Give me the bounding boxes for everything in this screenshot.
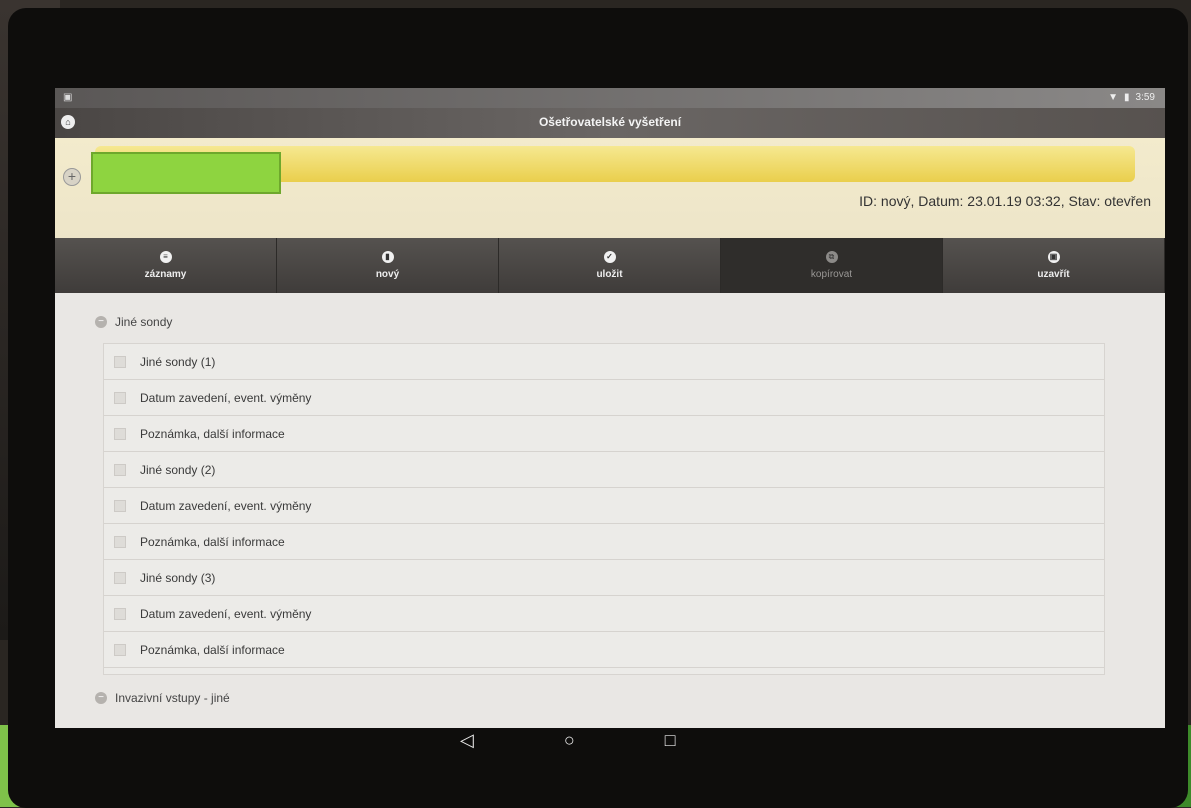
check-icon: ✓	[603, 251, 616, 263]
copy-label: kopírovat	[810, 269, 853, 280]
form-content: − Jiné sondy Jiné sondy (1) Datum zavede…	[55, 293, 1165, 728]
list-item[interactable]: Jiné sondy (1)	[104, 344, 1104, 380]
save-label: uložit	[596, 269, 623, 280]
collapse-icon: −	[95, 692, 107, 704]
section-header-invazivni-vstupy[interactable]: − Invazivní vstupy - jiné	[95, 691, 230, 705]
page-title: Ošetřovatelské vyšetření	[538, 115, 682, 129]
expand-patient-icon[interactable]: +	[63, 168, 81, 186]
wifi-icon: ▼	[1108, 92, 1119, 103]
android-nav-bar: ◁ ○ □	[460, 730, 676, 751]
action-toolbar: ≡ záznamy ▮ nový ✓ uložit ⧉ kopírovat ▣ …	[55, 238, 1165, 293]
record-meta: ID: nový, Datum: 23.01.19 03:32, Stav: o…	[859, 193, 1151, 209]
field-label: Datum zavedení, event. výměny	[140, 390, 312, 405]
list-item[interactable]: Jiné sondy (2)	[104, 452, 1104, 488]
list-item[interactable]: Datum zavedení, event. výměny	[104, 488, 1104, 524]
copy-button[interactable]: ⧉ kopírovat	[721, 238, 943, 293]
lock-icon: ▣	[1047, 251, 1060, 263]
field-list: Jiné sondy (1) Datum zavedení, event. vý…	[103, 343, 1105, 675]
section-title: Invazivní vstupy - jiné	[115, 691, 230, 705]
field-label: Jiné sondy (1)	[140, 354, 216, 369]
field-label: Jiné sondy (3)	[140, 570, 216, 585]
list-item[interactable]: Datum zavedení, event. výměny	[104, 380, 1104, 416]
close-record-label: uzavřít	[1037, 269, 1070, 280]
checkbox[interactable]	[114, 643, 126, 656]
section-header-jine-sondy[interactable]: − Jiné sondy	[95, 315, 172, 329]
checkbox[interactable]	[114, 571, 126, 584]
save-button[interactable]: ✓ uložit	[499, 238, 721, 293]
new-label: nový	[375, 269, 400, 280]
back-icon[interactable]: ◁	[460, 730, 474, 751]
field-label: Poznámka, další informace	[140, 426, 285, 441]
field-label: Poznámka, další informace	[140, 642, 285, 657]
checkbox[interactable]	[114, 427, 126, 440]
status-bar: ▣ ▼ ▮ 3:59	[55, 88, 1165, 108]
field-label: Poznámka, další informace	[140, 534, 285, 549]
list-item[interactable]: Poznámka, další informace	[104, 416, 1104, 452]
section-title: Jiné sondy	[115, 315, 173, 329]
recents-icon[interactable]: □	[665, 730, 676, 751]
patient-name-redacted	[91, 152, 281, 194]
tablet-screen: ▣ ▼ ▮ 3:59 ⌂ Ošetřovatelské vyšetření + …	[55, 88, 1165, 728]
records-label: záznamy	[144, 269, 187, 280]
close-record-button[interactable]: ▣ uzavřít	[943, 238, 1165, 293]
checkbox[interactable]	[114, 535, 126, 548]
copy-icon: ⧉	[825, 251, 838, 263]
battery-icon: ▮	[1124, 92, 1130, 103]
notification-icon: ▣	[63, 92, 73, 103]
records-button[interactable]: ≡ záznamy	[55, 238, 277, 293]
field-label: Jiné sondy (2)	[140, 462, 216, 477]
home-circle-icon[interactable]: ○	[564, 730, 575, 751]
app-bar: ⌂ Ošetřovatelské vyšetření	[55, 108, 1165, 138]
list-item[interactable]: Datum zavedení, event. výměny	[104, 596, 1104, 632]
checkbox[interactable]	[114, 355, 126, 368]
new-document-icon: ▮	[381, 251, 394, 263]
checkbox[interactable]	[114, 391, 126, 404]
field-label: Datum zavedení, event. výměny	[140, 606, 312, 621]
field-label: Datum zavedení, event. výměny	[140, 498, 312, 513]
collapse-icon: −	[95, 316, 107, 328]
list-icon: ≡	[159, 251, 172, 263]
checkbox[interactable]	[114, 463, 126, 476]
checkbox[interactable]	[114, 499, 126, 512]
new-button[interactable]: ▮ nový	[277, 238, 499, 293]
list-item[interactable]: Poznámka, další informace	[104, 524, 1104, 560]
status-time: 3:59	[1135, 92, 1155, 103]
checkbox[interactable]	[114, 607, 126, 620]
list-item[interactable]: Jiné sondy (3)	[104, 560, 1104, 596]
list-item[interactable]: Poznámka, další informace	[104, 632, 1104, 668]
